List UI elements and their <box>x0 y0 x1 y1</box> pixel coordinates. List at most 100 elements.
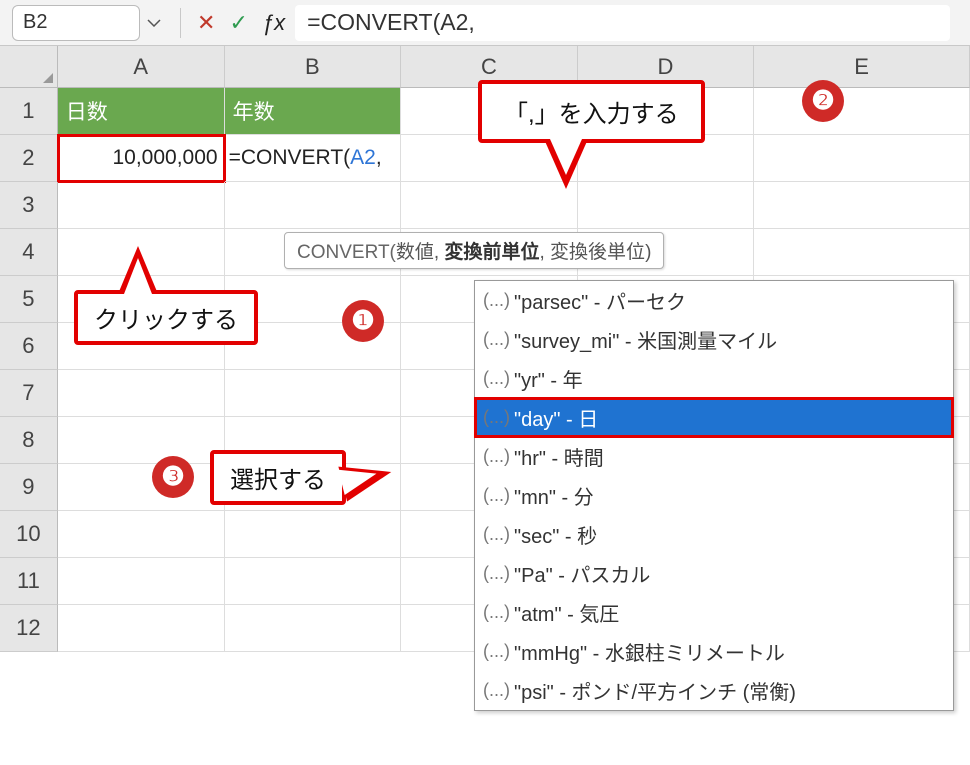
const-icon: (...) <box>483 602 510 623</box>
dropdown-item[interactable]: (...)"hr" - 時間 <box>475 437 953 476</box>
dropdown-item[interactable]: (...)"psi" - ポンド/平方インチ (常衡) <box>475 671 953 710</box>
divider <box>180 8 181 38</box>
tooltip-arg1: 数値 <box>396 242 434 263</box>
dropdown-item-label: "Pa" - パスカル <box>514 559 650 588</box>
const-icon: (...) <box>483 368 510 389</box>
row-3: 3 <box>0 182 970 229</box>
tooltip-arg-bold: 変換前単位 <box>444 242 539 263</box>
tooltip-arg3: 変換後単位 <box>550 242 645 263</box>
dropdown-item-label: "yr" - 年 <box>514 364 583 393</box>
callout-select-text: 選択する <box>210 450 346 505</box>
const-icon: (...) <box>483 446 510 467</box>
badge-2: ❷ <box>802 80 844 122</box>
cell-b3[interactable] <box>225 182 402 229</box>
chevron-down-icon[interactable] <box>142 5 166 41</box>
callout-click-text: クリックする <box>74 290 258 345</box>
fx-icon[interactable]: ƒx <box>262 10 285 36</box>
enter-icon[interactable]: ✓ <box>229 10 247 36</box>
cell-a12[interactable] <box>58 605 225 652</box>
row-header-3[interactable]: 3 <box>0 182 58 229</box>
const-icon: (...) <box>483 641 510 662</box>
row-header-12[interactable]: 12 <box>0 605 58 652</box>
const-icon: (...) <box>483 290 510 311</box>
callout-comma: 「,」を入力する <box>478 80 705 143</box>
badge-1: ❶ <box>342 300 384 342</box>
const-icon: (...) <box>483 407 510 428</box>
cell-b2-content: =CONVERT(A2, <box>229 146 382 170</box>
column-header-b[interactable]: B <box>225 46 402 88</box>
formula-prefix: =CONVERT( <box>229 146 351 169</box>
cell-a3[interactable] <box>58 182 225 229</box>
function-tooltip: CONVERT(数値, 変換前単位, 変換後単位) <box>284 232 664 269</box>
cell-e2[interactable] <box>754 135 970 182</box>
badge-3: ❸ <box>152 456 194 498</box>
cell-e1[interactable] <box>754 88 970 135</box>
name-box[interactable]: B2 <box>12 5 140 41</box>
dropdown-item-label: "atm" - 気圧 <box>514 598 619 627</box>
row-header-10[interactable]: 10 <box>0 511 58 558</box>
cancel-icon[interactable]: ✕ <box>197 10 215 36</box>
cell-a10[interactable] <box>58 511 225 558</box>
dropdown-item-label: "survey_mi" - 米国測量マイル <box>514 325 777 354</box>
cell-b12[interactable] <box>225 605 402 652</box>
cell-a7[interactable] <box>58 370 225 417</box>
formula-bar: B2 ✕ ✓ ƒx <box>0 0 970 46</box>
callout-select: 選択する <box>210 450 346 505</box>
formula-controls: ✕ ✓ ƒx <box>187 10 295 36</box>
cell-a2[interactable]: 10,000,000 <box>58 135 225 182</box>
cell-e4[interactable] <box>754 229 970 276</box>
cell-a9[interactable] <box>58 464 225 511</box>
cell-b10[interactable] <box>225 511 402 558</box>
dropdown-item[interactable]: (...)"survey_mi" - 米国測量マイル <box>475 320 953 359</box>
cell-a8[interactable] <box>58 417 225 464</box>
tooltip-fn: CONVERT( <box>297 242 396 263</box>
dropdown-item-label: "hr" - 時間 <box>514 442 604 471</box>
cell-b1[interactable]: 年数 <box>225 88 402 135</box>
dropdown-item-label: "day" - 日 <box>514 403 598 432</box>
dropdown-item[interactable]: (...)"yr" - 年 <box>475 359 953 398</box>
const-icon: (...) <box>483 329 510 350</box>
const-icon: (...) <box>483 680 510 701</box>
cell-d3[interactable] <box>578 182 755 229</box>
dropdown-item[interactable]: (...)"Pa" - パスカル <box>475 554 953 593</box>
row-header-1[interactable]: 1 <box>0 88 58 135</box>
dropdown-item-label: "sec" - 秒 <box>514 520 597 549</box>
dropdown-item[interactable]: (...)"mmHg" - 水銀柱ミリメートル <box>475 632 953 671</box>
row-header-8[interactable]: 8 <box>0 417 58 464</box>
dropdown-item-label: "psi" - ポンド/平方インチ (常衡) <box>514 676 796 705</box>
row-header-7[interactable]: 7 <box>0 370 58 417</box>
name-box-container: B2 <box>0 5 174 41</box>
cell-a11[interactable] <box>58 558 225 605</box>
const-icon: (...) <box>483 485 510 506</box>
row-header-11[interactable]: 11 <box>0 558 58 605</box>
dropdown-item[interactable]: (...)"parsec" - パーセク <box>475 281 953 320</box>
unit-dropdown[interactable]: (...)"parsec" - パーセク(...)"survey_mi" - 米… <box>474 280 954 711</box>
cell-a1[interactable]: 日数 <box>58 88 225 135</box>
dropdown-item[interactable]: (...)"atm" - 気圧 <box>475 593 953 632</box>
const-icon: (...) <box>483 563 510 584</box>
callout-click: クリックする <box>74 290 258 345</box>
row-header-5[interactable]: 5 <box>0 276 58 323</box>
column-header-a[interactable]: A <box>58 46 225 88</box>
dropdown-item[interactable]: (...)"day" - 日 <box>475 398 953 437</box>
callout-comma-text: 「,」を入力する <box>478 80 705 143</box>
dropdown-item-label: "mmHg" - 水銀柱ミリメートル <box>514 637 785 666</box>
formula-input[interactable] <box>295 5 950 41</box>
tooltip-close: ) <box>645 242 651 263</box>
formula-ref: A2 <box>350 146 376 169</box>
cell-c3[interactable] <box>401 182 578 229</box>
select-all-corner[interactable] <box>0 46 58 88</box>
cell-b2[interactable]: =CONVERT(A2, <box>225 135 402 182</box>
row-header-9[interactable]: 9 <box>0 464 58 511</box>
row-header-2[interactable]: 2 <box>0 135 58 182</box>
cell-e3[interactable] <box>754 182 970 229</box>
row-header-6[interactable]: 6 <box>0 323 58 370</box>
formula-suffix: , <box>376 146 382 169</box>
row-header-4[interactable]: 4 <box>0 229 58 276</box>
dropdown-item[interactable]: (...)"sec" - 秒 <box>475 515 953 554</box>
column-header-e[interactable]: E <box>754 46 970 88</box>
cell-b11[interactable] <box>225 558 402 605</box>
dropdown-item-label: "mn" - 分 <box>514 481 594 510</box>
cell-b7[interactable] <box>225 370 402 417</box>
dropdown-item[interactable]: (...)"mn" - 分 <box>475 476 953 515</box>
